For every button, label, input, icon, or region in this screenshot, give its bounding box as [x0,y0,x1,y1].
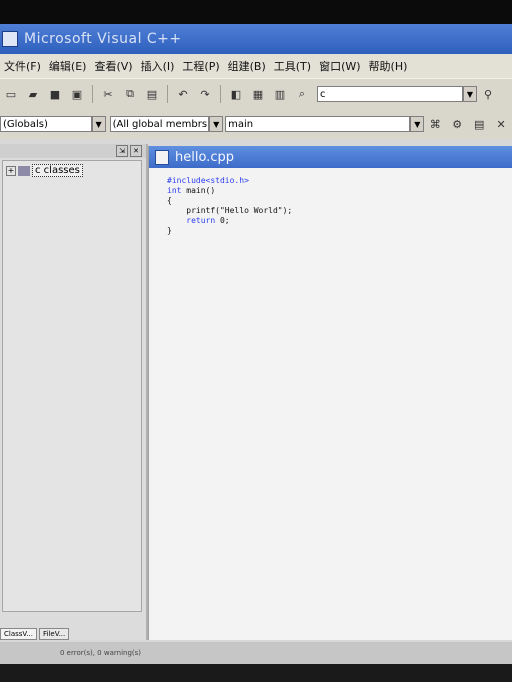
tree-item-classes[interactable]: + c classes [6,164,141,177]
menu-help[interactable]: 帮助(H) [365,58,412,74]
menu-build[interactable]: 组建(B) [224,58,270,74]
menu-insert[interactable]: 插入(I) [137,58,179,74]
code-line: printf("Hello World"); [167,206,293,215]
classes-folder-icon [18,165,30,176]
menu-edit[interactable]: 编辑(E) [45,58,91,74]
window-title: Microsoft Visual C++ [24,31,182,47]
compile-icon[interactable]: ⚙ [449,116,465,132]
menu-view[interactable]: 查看(V) [90,58,136,74]
tab-class-view[interactable]: ClassV... [0,628,37,640]
find-dropdown-icon[interactable]: ▼ [463,86,477,102]
scope-dropdown-icon[interactable]: ▼ [91,116,106,132]
code-line: } [167,226,172,235]
new-icon[interactable]: ▭ [3,86,19,102]
paste-icon[interactable]: ▤ [144,86,160,102]
undo-icon[interactable]: ↶ [175,86,191,102]
menu-bar: 文件(F) 编辑(E) 查看(V) 插入(I) 工程(P) 组建(B) 工具(T… [0,54,512,78]
cut-icon[interactable]: ✂ [100,86,116,102]
output-icon[interactable]: ▦ [250,86,266,102]
copy-icon[interactable]: ⧉ [122,86,138,102]
members-dropdown-icon[interactable]: ▼ [209,116,224,132]
screen: Microsoft Visual C++ 文件(F) 编辑(E) 查看(V) 插… [0,24,512,664]
scope-combo[interactable]: (Globals) [0,116,92,132]
function-dropdown-icon[interactable]: ▼ [410,116,425,132]
title-bar: Microsoft Visual C++ [0,24,512,54]
window-list-icon[interactable]: ▥ [272,86,288,102]
members-combo[interactable]: (All global membrs [109,116,210,132]
expand-icon[interactable]: + [6,165,16,176]
app-icon [2,31,18,47]
tree-item-label: c classes [32,164,83,177]
find-input[interactable]: c [317,86,463,102]
code-line: return 0; [167,216,230,225]
function-combo[interactable]: main [225,116,411,132]
stop-build-icon[interactable]: ✕ [493,116,509,132]
dock-icon[interactable]: ⇲ [116,145,128,157]
monitor-bezel-top [0,0,512,26]
wizard-actions-icon[interactable]: ⌘ [427,116,443,132]
find-icon[interactable]: ⚲ [480,86,496,102]
editor-window[interactable]: hello.cpp #include<stdio.h> int main() {… [148,146,512,640]
workspace-pane: ⇲ ✕ + c classes ClassV... FileV... [0,144,148,640]
output-pane: 0 error(s), 0 warning(s) [0,642,512,664]
build-icon[interactable]: ▤ [471,116,487,132]
workspace-tabs: ClassV... FileV... [0,624,146,640]
class-tree[interactable]: + c classes [2,160,142,612]
standard-toolbar: ▭ ▰ ■ ▣ ✂ ⧉ ▤ ↶ ↷ ◧ ▦ ▥ ⌕ c ▼ ⚲ [0,78,512,110]
redo-icon[interactable]: ↷ [197,86,213,102]
menu-project[interactable]: 工程(P) [178,58,223,74]
save-icon[interactable]: ■ [47,86,63,102]
code-area[interactable]: #include<stdio.h> int main() { printf("H… [167,176,292,236]
menu-file[interactable]: 文件(F) [0,58,45,74]
menu-window[interactable]: 窗口(W) [315,58,364,74]
code-line: #include<stdio.h> [167,176,249,185]
close-icon[interactable]: ✕ [130,145,142,157]
workspace-icon[interactable]: ◧ [228,86,244,102]
editor-filename: hello.cpp [175,149,234,165]
find-in-files-icon[interactable]: ⌕ [294,86,310,102]
toolbar-separator [167,85,168,103]
wizard-bar: (Globals) ▼ (All global membrs ▼ main ▼ … [0,109,512,139]
code-line: { [167,196,172,205]
editor-title-bar: hello.cpp [149,146,512,168]
toolbar-separator [92,85,93,103]
open-icon[interactable]: ▰ [25,86,41,102]
output-text: 0 error(s), 0 warning(s) [60,649,142,657]
menu-tools[interactable]: 工具(T) [270,58,315,74]
document-icon [155,149,169,165]
save-all-icon[interactable]: ▣ [69,86,85,102]
code-line: int main() [167,186,216,195]
monitor-bezel-bottom [0,664,512,682]
toolbar-separator [220,85,221,103]
workspace-header: ⇲ ✕ [0,144,146,158]
tab-file-view[interactable]: FileV... [38,628,70,640]
